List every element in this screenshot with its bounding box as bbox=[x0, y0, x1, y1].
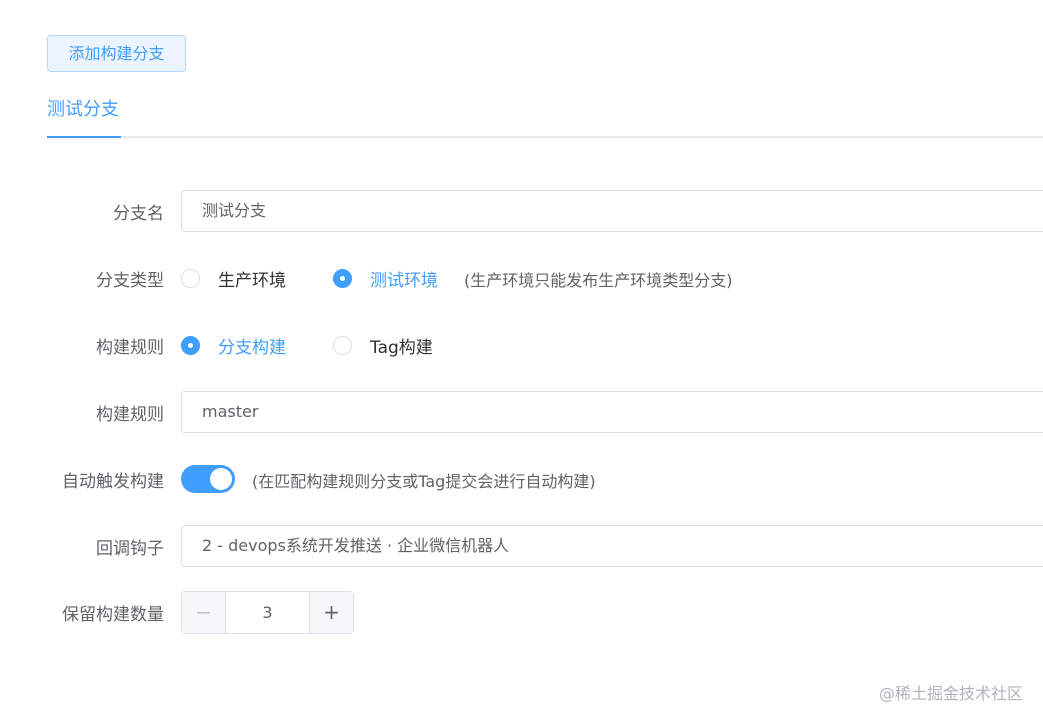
tab-test-branch[interactable]: 测试分支 bbox=[47, 96, 121, 138]
branch-name-label: 分支名 bbox=[113, 204, 164, 224]
radio-label: 测试环境 bbox=[370, 271, 438, 291]
keep-count-stepper: − 3 + bbox=[181, 591, 354, 634]
add-build-branch-button[interactable]: 添加构建分支 bbox=[47, 35, 186, 72]
radio-tag-build[interactable]: Tag构建 bbox=[333, 333, 433, 358]
radio-circle bbox=[181, 269, 200, 288]
increment-button[interactable]: + bbox=[309, 592, 353, 633]
decrement-button[interactable]: − bbox=[182, 592, 226, 633]
tabs-divider bbox=[47, 136, 1043, 138]
branch-type-hint: (生产环境只能发布生产环境类型分支) bbox=[464, 271, 733, 290]
radio-label: Tag构建 bbox=[370, 338, 433, 358]
radio-circle-checked bbox=[181, 336, 200, 355]
radio-circle-checked bbox=[333, 269, 352, 288]
callback-hook-label: 回调钩子 bbox=[96, 539, 164, 559]
keep-count-input[interactable]: 3 bbox=[226, 592, 309, 633]
watermark: @稀土掘金技术社区 bbox=[878, 684, 1023, 703]
auto-trigger-label: 自动触发构建 bbox=[62, 472, 164, 492]
build-rule-type-label: 构建规则 bbox=[96, 338, 164, 358]
radio-label: 生产环境 bbox=[218, 271, 286, 291]
radio-test-env[interactable]: 测试环境 bbox=[333, 266, 438, 291]
build-rule-input[interactable]: master bbox=[181, 391, 1043, 433]
branch-tabs: 测试分支 bbox=[47, 96, 1043, 138]
radio-production-env[interactable]: 生产环境 bbox=[181, 266, 286, 291]
radio-circle bbox=[333, 336, 352, 355]
branch-name-input[interactable]: 测试分支 bbox=[181, 190, 1043, 232]
branch-type-label: 分支类型 bbox=[96, 271, 164, 291]
switch-knob bbox=[210, 468, 232, 490]
callback-hook-select[interactable]: 2 - devops系统开发推送 · 企业微信机器人 bbox=[181, 525, 1043, 567]
radio-branch-build[interactable]: 分支构建 bbox=[181, 333, 286, 358]
keep-count-label: 保留构建数量 bbox=[62, 605, 164, 625]
auto-trigger-hint: (在匹配构建规则分支或Tag提交会进行自动构建) bbox=[252, 472, 596, 491]
auto-trigger-switch[interactable] bbox=[181, 465, 235, 493]
build-rule-label: 构建规则 bbox=[96, 405, 164, 425]
radio-label: 分支构建 bbox=[218, 338, 286, 358]
